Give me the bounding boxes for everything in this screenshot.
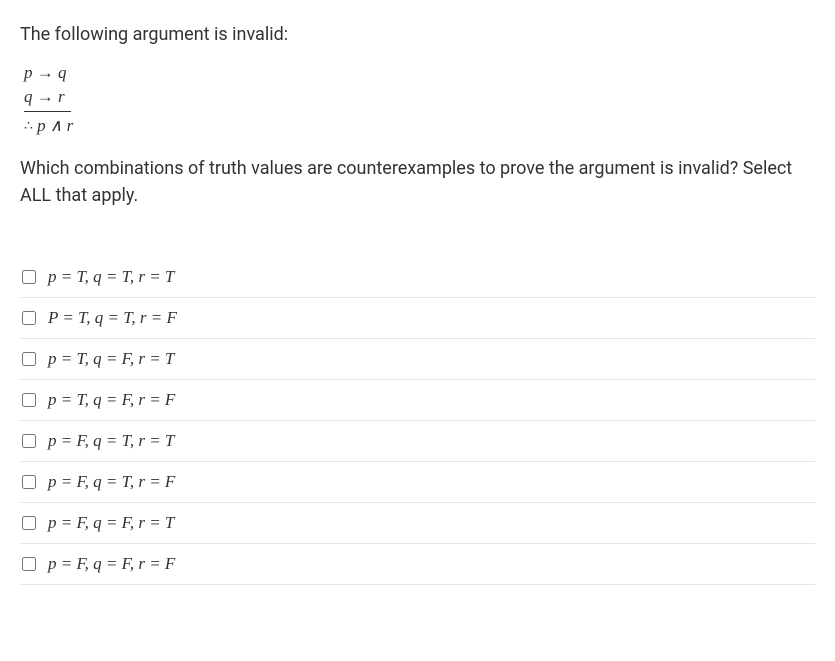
option-label[interactable]: p = T, q = F, r = T: [48, 349, 174, 369]
conclusion-line: ∴ p ∧ r: [24, 112, 815, 138]
option-row[interactable]: p = T, q = F, r = T: [20, 339, 815, 380]
conclusion-text: p ∧ r: [37, 116, 73, 135]
option-row[interactable]: p = F, q = F, r = F: [20, 544, 815, 585]
option-label[interactable]: p = F, q = T, r = T: [48, 431, 174, 451]
option-checkbox-6[interactable]: [22, 516, 36, 530]
option-label[interactable]: p = T, q = F, r = F: [48, 390, 175, 410]
option-row[interactable]: p = F, q = T, r = T: [20, 421, 815, 462]
argument-block: p → q q → r ∴ p ∧ r: [24, 61, 815, 137]
option-label[interactable]: p = F, q = F, r = T: [48, 513, 174, 533]
therefore-symbol: ∴: [24, 119, 33, 134]
option-checkbox-0[interactable]: [22, 270, 36, 284]
option-checkbox-2[interactable]: [22, 352, 36, 366]
option-row[interactable]: p = T, q = T, r = T: [20, 257, 815, 298]
premise-2: q → r: [24, 85, 71, 112]
option-label[interactable]: P = T, q = T, r = F: [48, 308, 177, 328]
option-row[interactable]: p = F, q = F, r = T: [20, 503, 815, 544]
option-label[interactable]: p = T, q = T, r = T: [48, 267, 174, 287]
option-checkbox-1[interactable]: [22, 311, 36, 325]
option-checkbox-4[interactable]: [22, 434, 36, 448]
option-checkbox-7[interactable]: [22, 557, 36, 571]
option-label[interactable]: p = F, q = T, r = F: [48, 472, 175, 492]
option-checkbox-3[interactable]: [22, 393, 36, 407]
option-checkbox-5[interactable]: [22, 475, 36, 489]
options-list: p = T, q = T, r = T P = T, q = T, r = F …: [20, 257, 815, 585]
option-label[interactable]: p = F, q = F, r = F: [48, 554, 175, 574]
option-row[interactable]: P = T, q = T, r = F: [20, 298, 815, 339]
question-text: Which combinations of truth values are c…: [20, 155, 815, 209]
option-row[interactable]: p = T, q = F, r = F: [20, 380, 815, 421]
premise-1: p → q: [24, 61, 815, 85]
option-row[interactable]: p = F, q = T, r = F: [20, 462, 815, 503]
intro-text: The following argument is invalid:: [20, 24, 815, 45]
